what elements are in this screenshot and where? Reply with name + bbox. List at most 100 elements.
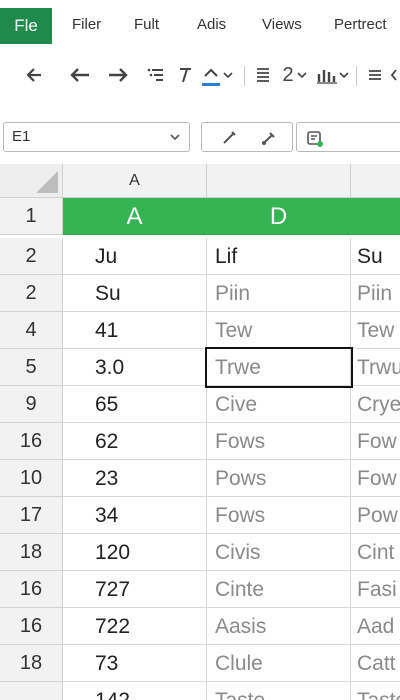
cell-b[interactable]: Tew [207, 312, 351, 349]
arrow-left-icon[interactable] [68, 62, 92, 88]
bar-chart-icon[interactable] [316, 62, 338, 88]
menu-item-adis[interactable]: Adis [197, 16, 226, 33]
row-header[interactable]: 1 [0, 198, 63, 235]
column-header-b[interactable] [207, 164, 351, 198]
chart-chevron-icon[interactable] [338, 62, 350, 88]
table-row: 2 Ju Lif Su [0, 238, 400, 275]
cell-b[interactable]: Fows [207, 423, 351, 460]
pen-icon[interactable] [220, 129, 238, 147]
cell-b[interactable]: Pows [207, 460, 351, 497]
fill-color-chevron-icon[interactable] [222, 62, 234, 88]
cell-b[interactable]: Cinte [207, 571, 351, 608]
align-icon[interactable] [254, 62, 272, 88]
column-header-a[interactable]: A [63, 164, 207, 198]
arrow-right-icon[interactable] [106, 62, 130, 88]
cell-b[interactable]: Taste [207, 682, 351, 700]
column-header-c[interactable] [351, 164, 400, 198]
row-header[interactable]: 2 [0, 275, 63, 312]
row-header[interactable]: 16 [0, 423, 63, 460]
active-cell-selection[interactable] [205, 347, 353, 388]
name-box-value: E1 [12, 128, 31, 145]
table-row: 16 722 Aasis Aad [0, 608, 400, 645]
formula-tools [201, 122, 293, 152]
function-icon[interactable] [305, 129, 323, 147]
font-size-chevron-icon[interactable] [296, 62, 308, 88]
cell-b[interactable]: Piin [207, 275, 351, 312]
cell-c[interactable]: Catt [351, 645, 400, 682]
cell-c[interactable]: Fow [351, 460, 400, 497]
cell-a[interactable]: 34 [63, 497, 207, 534]
brush-icon[interactable] [260, 129, 278, 147]
cell-c[interactable]: Fow [351, 423, 400, 460]
cell-a[interactable]: 73 [63, 645, 207, 682]
cell-c[interactable]: Tew [351, 312, 400, 349]
toolbar-separator [244, 66, 245, 86]
row-header[interactable]: 16 [0, 608, 63, 645]
table-row: 2 Su Piin Piin [0, 275, 400, 312]
row-header[interactable]: 4 [0, 312, 63, 349]
cell-b[interactable]: Civis [207, 534, 351, 571]
cell-c[interactable]: Crye [351, 386, 400, 423]
name-box[interactable]: E1 [3, 122, 190, 152]
menu-item-pertrect[interactable]: Pertrect [334, 16, 387, 33]
cell-a[interactable]: 142 [63, 682, 207, 700]
cell-a[interactable]: 23 [63, 460, 207, 497]
toolbar: 2 [0, 52, 400, 100]
corner-triangle-icon [36, 171, 58, 193]
row-header[interactable]: 9 [0, 386, 63, 423]
cell-c[interactable]: Aad [351, 608, 400, 645]
row-header[interactable]: 10 [0, 460, 63, 497]
table-row: 18 120 Civis Cint [0, 534, 400, 571]
menu-item-views[interactable]: Views [262, 16, 302, 33]
formula-input[interactable] [296, 122, 400, 152]
cell-a[interactable]: 65 [63, 386, 207, 423]
row-header[interactable]: 5 [0, 349, 63, 386]
table-row: 17 34 Fows Pow [0, 497, 400, 534]
row-header[interactable]: 18 [0, 645, 63, 682]
toolbar-separator [356, 66, 357, 86]
cell-c[interactable]: Piin [351, 275, 400, 312]
cell-c[interactable]: Trwu [351, 349, 400, 386]
cell-c[interactable]: Pow [351, 497, 400, 534]
cell-a[interactable]: 722 [63, 608, 207, 645]
cell-a[interactable]: 62 [63, 423, 207, 460]
cell-a[interactable]: 3.0 [63, 349, 207, 386]
file-tab[interactable]: Fle [0, 8, 52, 44]
cell-a[interactable]: Ju [63, 238, 207, 275]
select-all-corner[interactable] [0, 164, 63, 198]
cell-c[interactable]: Fasi [351, 571, 400, 608]
cell-c[interactable]: Cint [351, 534, 400, 571]
cell-b[interactable]: Clule [207, 645, 351, 682]
header-cell-b[interactable]: D [207, 198, 351, 235]
menu-bar: Fle Filer Fult Adis Views Pertrect [0, 0, 400, 48]
table-row: 1 A D [0, 198, 400, 235]
undo-icon[interactable] [24, 62, 46, 88]
cell-c[interactable]: Su [351, 238, 400, 275]
name-box-chevron-icon[interactable] [169, 123, 181, 161]
table-row: 4 41 Tew Tew [0, 312, 400, 349]
header-cell-c[interactable] [351, 198, 400, 235]
menu-item-filer[interactable]: Filer [72, 16, 101, 33]
header-cell-a[interactable]: A [63, 198, 207, 235]
more-chevron-icon[interactable] [390, 62, 400, 88]
row-header[interactable]: 18 [0, 534, 63, 571]
cell-a[interactable]: 41 [63, 312, 207, 349]
cell-c[interactable]: Taste [351, 682, 400, 700]
row-header[interactable]: 16 [0, 571, 63, 608]
cell-b[interactable]: Lif [207, 238, 351, 275]
row-header[interactable]: 17 [0, 497, 63, 534]
menu-item-fult[interactable]: Fult [134, 16, 159, 33]
cell-b[interactable]: Aasis [207, 608, 351, 645]
text-italic-icon[interactable] [176, 62, 194, 88]
menu-lines-icon[interactable] [366, 62, 384, 88]
row-header[interactable]: 2 [0, 238, 63, 275]
list-format-icon[interactable] [146, 62, 166, 88]
font-size-value[interactable]: 2 [280, 62, 296, 88]
cell-a[interactable]: 727 [63, 571, 207, 608]
cell-a[interactable]: 120 [63, 534, 207, 571]
cell-a[interactable]: Su [63, 275, 207, 312]
fill-color-icon[interactable] [200, 62, 222, 88]
cell-b[interactable]: Cive [207, 386, 351, 423]
cell-b[interactable]: Fows [207, 497, 351, 534]
row-header[interactable] [0, 682, 63, 700]
